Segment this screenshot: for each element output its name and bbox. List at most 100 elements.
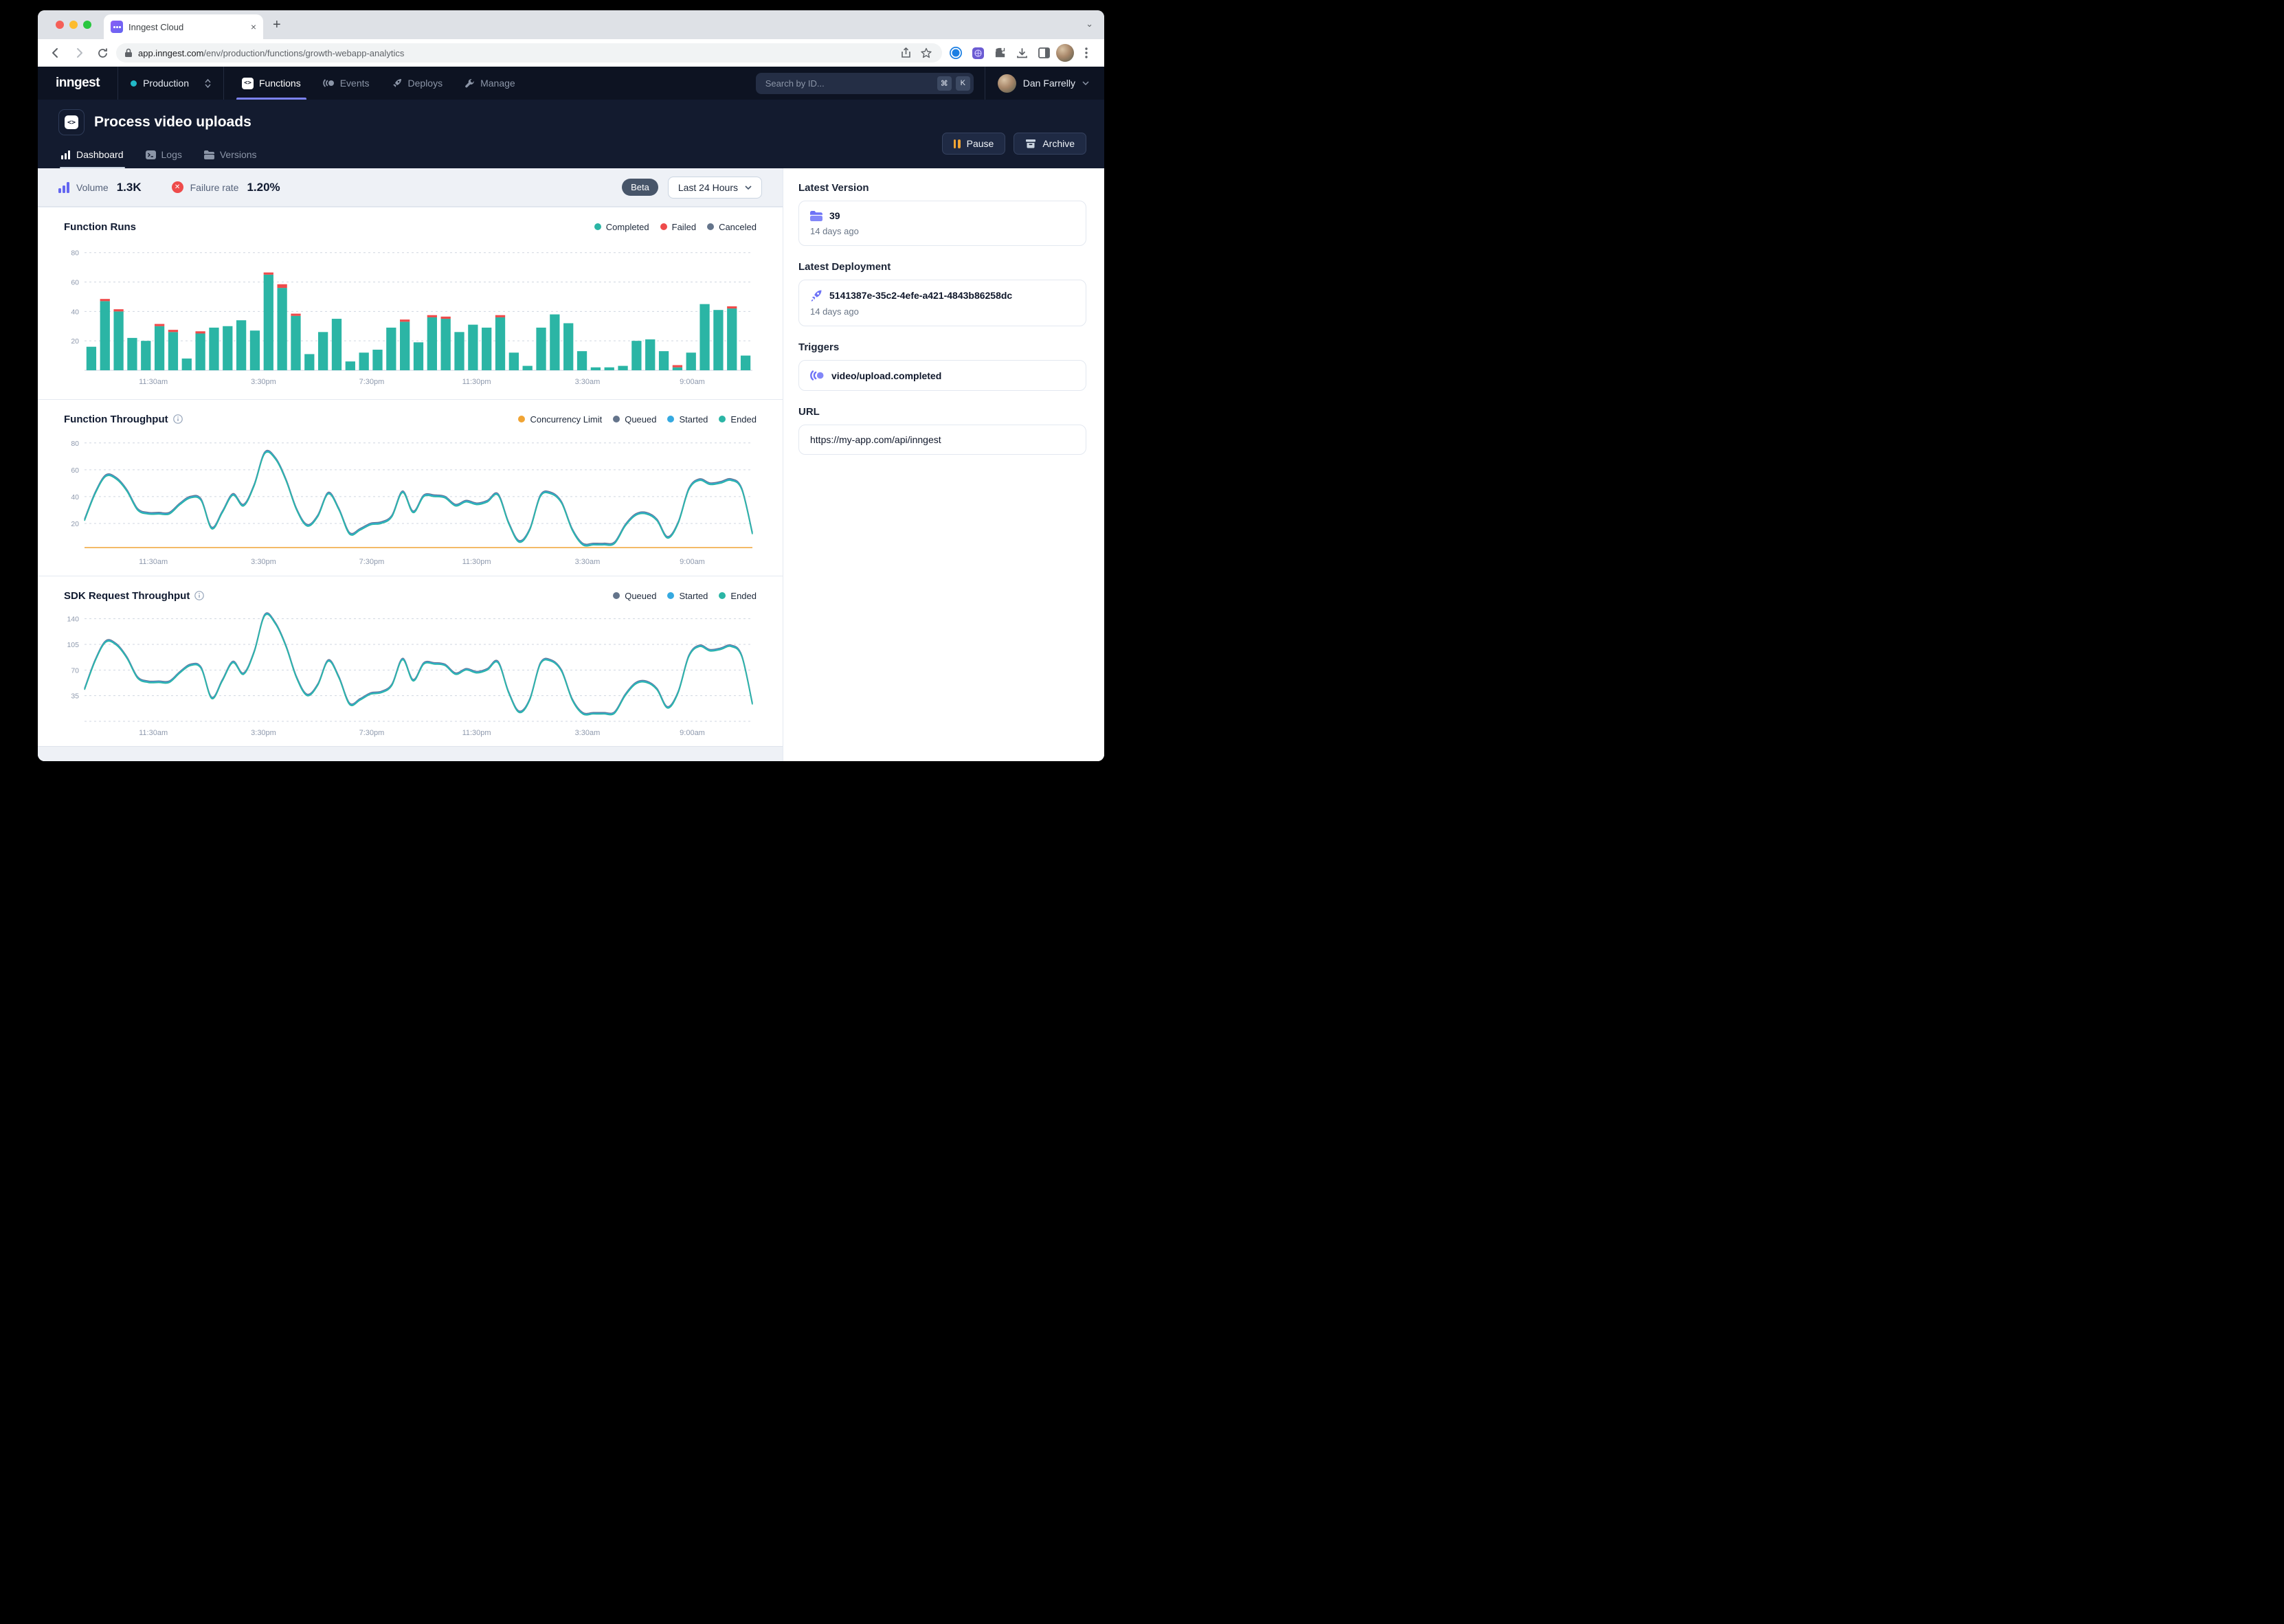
environment-label: Production bbox=[143, 78, 189, 89]
url-bar[interactable]: app.inngest.com/env/production/functions… bbox=[116, 43, 942, 63]
nav-item-events[interactable]: Events bbox=[312, 67, 381, 100]
inngest-logo[interactable]: inngest bbox=[38, 67, 117, 100]
user-menu[interactable]: Dan Farrelly bbox=[985, 67, 1104, 100]
tab-close-icon[interactable]: × bbox=[251, 22, 256, 32]
minimize-window-button[interactable] bbox=[69, 21, 78, 29]
latest-deployment-card[interactable]: 5141387e-35c2-4efe-a421-4843b86258dc 14 … bbox=[798, 280, 1086, 326]
stats-bar: Volume 1.3K ✕ Failure rate 1.20% Beta La… bbox=[38, 168, 783, 207]
time-range-select[interactable]: Last 24 Hours bbox=[668, 177, 762, 199]
legend-dot-icon bbox=[613, 592, 620, 599]
maximize-window-button[interactable] bbox=[83, 21, 91, 29]
url-card[interactable]: https://my-app.com/api/inngest bbox=[798, 425, 1086, 455]
function-runs-legend: Completed Failed Canceled bbox=[594, 222, 757, 232]
tab-dashboard[interactable]: Dashboard bbox=[53, 142, 132, 168]
reading-list-panel-icon[interactable] bbox=[1034, 43, 1053, 63]
failure-value: 1.20% bbox=[247, 181, 280, 194]
legend-dot-icon bbox=[613, 416, 620, 422]
search-bar[interactable]: ⌘ K bbox=[756, 73, 974, 94]
chevron-down-icon bbox=[745, 185, 752, 190]
environment-status-dot bbox=[131, 80, 137, 87]
triggers-heading: Triggers bbox=[798, 341, 1086, 353]
extensions-puzzle-icon[interactable] bbox=[990, 43, 1009, 63]
nav-item-manage[interactable]: Manage bbox=[454, 67, 526, 100]
svg-text:9:00am: 9:00am bbox=[680, 729, 705, 737]
user-avatar bbox=[998, 74, 1016, 93]
purple-extension-icon[interactable] bbox=[968, 43, 987, 63]
screenshot-stage: Inngest Cloud × + ⌄ app.inngest.com/env/… bbox=[0, 0, 1142, 812]
environment-selector[interactable]: Production bbox=[118, 67, 223, 100]
search-input[interactable] bbox=[764, 78, 933, 89]
tab-logs[interactable]: Logs bbox=[137, 142, 190, 168]
svg-text:3:30am: 3:30am bbox=[575, 378, 601, 386]
browser-menu-kebab-icon[interactable] bbox=[1077, 43, 1096, 63]
trigger-card[interactable]: video/upload.completed bbox=[798, 360, 1086, 391]
extension-cluster bbox=[946, 43, 1096, 63]
function-throughput-chart: 2040608011:30am3:30pm7:30pm11:30pm3:30am… bbox=[64, 428, 757, 569]
svg-text:140: 140 bbox=[67, 616, 79, 624]
browser-profile-avatar[interactable] bbox=[1056, 44, 1074, 62]
main-column: Volume 1.3K ✕ Failure rate 1.20% Beta La… bbox=[38, 168, 783, 761]
svg-text:3:30pm: 3:30pm bbox=[251, 378, 276, 386]
close-window-button[interactable] bbox=[56, 21, 64, 29]
legend-item: Queued bbox=[613, 414, 656, 425]
legend-dot-icon bbox=[518, 416, 525, 422]
svg-text:9:00am: 9:00am bbox=[680, 558, 705, 566]
legend-item: Failed bbox=[660, 222, 696, 232]
legend-item: Started bbox=[667, 414, 708, 425]
function-throughput-legend: Concurrency LimitQueuedStartedEnded bbox=[518, 414, 757, 425]
downloads-icon[interactable] bbox=[1012, 43, 1031, 63]
legend-dot-icon bbox=[707, 223, 714, 230]
new-tab-button[interactable]: + bbox=[273, 18, 281, 32]
legend-item: Ended bbox=[719, 414, 757, 425]
pause-button[interactable]: Pause bbox=[942, 133, 1006, 155]
nav-item-deploys[interactable]: Deploys bbox=[381, 67, 454, 100]
traffic-lights[interactable] bbox=[56, 21, 91, 29]
share-icon[interactable] bbox=[898, 43, 913, 63]
latest-deployment-time: 14 days ago bbox=[810, 306, 1075, 317]
trigger-value: video/upload.completed bbox=[831, 370, 941, 381]
nav-divider bbox=[223, 67, 224, 100]
reload-icon[interactable] bbox=[93, 43, 112, 63]
archive-button[interactable]: Archive bbox=[1014, 133, 1086, 155]
page-title: Process video uploads bbox=[94, 114, 251, 131]
rocket-icon bbox=[810, 289, 822, 302]
tab-versions[interactable]: Versions bbox=[196, 142, 265, 168]
content-area: Volume 1.3K ✕ Failure rate 1.20% Beta La… bbox=[38, 168, 1104, 761]
legend-item: Completed bbox=[594, 222, 649, 232]
app-top-nav: inngest Production <> Functions bbox=[38, 67, 1104, 100]
back-icon[interactable] bbox=[46, 43, 65, 63]
nav-item-functions[interactable]: <> Functions bbox=[231, 67, 312, 100]
browser-tab[interactable]: Inngest Cloud × bbox=[104, 14, 263, 39]
svg-text:20: 20 bbox=[71, 520, 79, 528]
beta-badge: Beta bbox=[622, 179, 658, 196]
bookmark-star-icon[interactable] bbox=[919, 43, 934, 63]
legend-item: Canceled bbox=[707, 222, 757, 232]
latest-deployment-value: 5141387e-35c2-4efe-a421-4843b86258dc bbox=[829, 290, 1012, 301]
svg-text:105: 105 bbox=[67, 641, 79, 649]
info-icon[interactable] bbox=[194, 591, 204, 600]
legend-item: Ended bbox=[719, 591, 757, 601]
browser-toolbar: app.inngest.com/env/production/functions… bbox=[38, 39, 1104, 67]
svg-text:11:30pm: 11:30pm bbox=[462, 378, 491, 386]
chevron-down-icon bbox=[1082, 81, 1089, 85]
legend-dot-icon bbox=[594, 223, 601, 230]
svg-text:80: 80 bbox=[71, 440, 79, 448]
failure-rate-stat: ✕ Failure rate 1.20% bbox=[172, 181, 280, 194]
legend-dot-icon bbox=[667, 592, 674, 599]
latest-version-card[interactable]: 39 14 days ago bbox=[798, 201, 1086, 246]
folder-icon bbox=[810, 211, 822, 221]
k-keycap: K bbox=[956, 76, 970, 91]
tab-search-chevron-icon[interactable]: ⌄ bbox=[1086, 19, 1093, 30]
svg-text:40: 40 bbox=[71, 493, 79, 501]
function-throughput-title: Function Throughput bbox=[64, 414, 168, 425]
svg-text:60: 60 bbox=[71, 279, 79, 287]
svg-text:11:30pm: 11:30pm bbox=[462, 729, 491, 737]
legend-dot-icon bbox=[719, 592, 726, 599]
svg-text:80: 80 bbox=[71, 249, 79, 258]
function-runs-chart: 2040608011:30am3:30pm7:30pm11:30pm3:30am… bbox=[64, 236, 757, 390]
forward-icon[interactable] bbox=[69, 43, 89, 63]
svg-text:7:30pm: 7:30pm bbox=[359, 558, 385, 566]
legend-item: Started bbox=[667, 591, 708, 601]
info-icon[interactable] bbox=[173, 414, 183, 424]
onepassword-extension-icon[interactable] bbox=[946, 43, 965, 63]
